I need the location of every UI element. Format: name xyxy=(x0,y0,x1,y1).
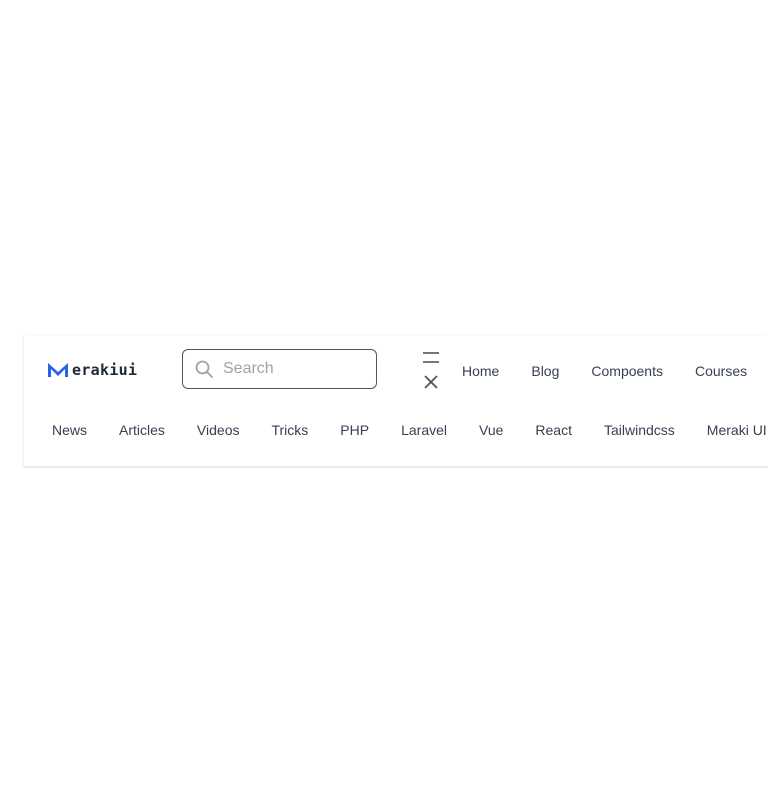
search-icon xyxy=(195,360,213,378)
category-news[interactable]: News xyxy=(52,422,87,438)
brand-logo-link[interactable]: erakiui xyxy=(47,360,137,380)
category-tricks[interactable]: Tricks xyxy=(271,422,308,438)
menu-toggle-button[interactable] xyxy=(420,348,442,392)
navbar: erakiui Home Blog Compoents Courses News… xyxy=(24,336,768,466)
brand-name: erakiui xyxy=(72,361,138,379)
close-x-icon xyxy=(424,375,438,389)
category-react[interactable]: React xyxy=(535,422,572,438)
category-php[interactable]: PHP xyxy=(340,422,369,438)
main-nav-home[interactable]: Home xyxy=(462,363,499,379)
main-nav-components[interactable]: Compoents xyxy=(591,363,663,379)
category-tailwindcss[interactable]: Tailwindcss xyxy=(604,422,675,438)
category-laravel[interactable]: Laravel xyxy=(401,422,447,438)
main-nav-courses[interactable]: Courses xyxy=(695,363,747,379)
category-meraki-ui[interactable]: Meraki UI xyxy=(707,422,767,438)
search-box[interactable] xyxy=(182,349,377,389)
category-articles[interactable]: Articles xyxy=(119,422,165,438)
main-nav: Home Blog Compoents Courses xyxy=(462,360,747,382)
meraki-m-logo-icon xyxy=(48,363,68,377)
menu-toggle-icons xyxy=(423,352,439,389)
main-nav-blog[interactable]: Blog xyxy=(531,363,559,379)
category-nav: News Articles Videos Tricks PHP Laravel … xyxy=(52,419,767,441)
category-vue[interactable]: Vue xyxy=(479,422,503,438)
category-videos[interactable]: Videos xyxy=(197,422,240,438)
search-input[interactable] xyxy=(223,360,363,378)
menu-lines-icon xyxy=(423,352,439,363)
